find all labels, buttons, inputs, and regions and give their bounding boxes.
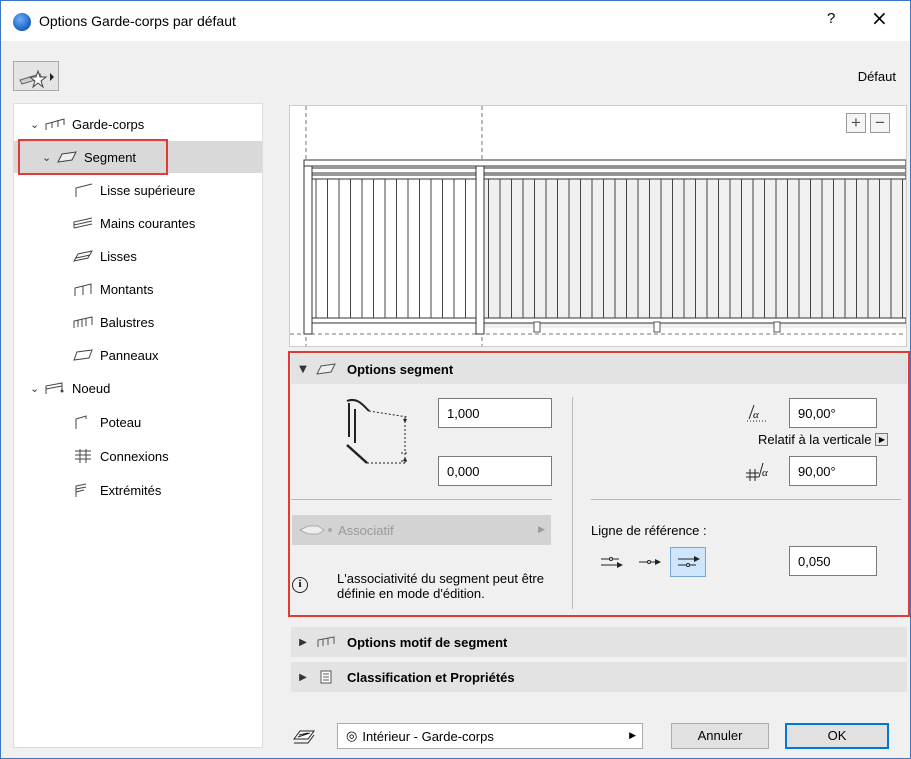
title-bar: Options Garde-corps par défaut ? × — [1, 1, 910, 41]
posts-icon — [74, 283, 92, 296]
expand-triangle-icon[interactable]: ▶ — [291, 672, 315, 683]
layer-value: Intérieur - Garde-corps — [362, 728, 494, 744]
default-label: Défaut — [857, 69, 896, 84]
tree-label: Montants — [100, 281, 154, 297]
tree-label: Lisse supérieure — [100, 182, 196, 198]
top-rail-icon — [75, 183, 93, 197]
handrail-icon — [73, 217, 93, 229]
favorites-star-icon — [19, 69, 54, 89]
railing-elevation-drawing — [290, 106, 906, 346]
close-button[interactable]: × — [871, 6, 888, 30]
help-button[interactable]: ? — [827, 10, 835, 27]
tree-item-mains-courantes[interactable]: Mains courantes — [72, 207, 195, 239]
tree-item-connexions[interactable]: Connexions — [72, 440, 169, 472]
tree-label: Extrémités — [100, 482, 162, 498]
layer-icon — [293, 730, 315, 744]
tree-label: Poteau — [100, 414, 142, 430]
tree-item-extremites[interactable]: Extrémités — [72, 474, 161, 506]
connections-icon — [75, 449, 91, 463]
highlight-box-segment — [18, 139, 168, 175]
panel-title: Options motif de segment — [347, 634, 508, 650]
play-arrow-icon: ▶ — [629, 731, 636, 741]
railing-preview: + − — [289, 105, 907, 347]
classification-panel-header[interactable]: ▶ Classification et Propriétés — [291, 662, 907, 692]
tree-item-poteau[interactable]: Poteau — [72, 406, 141, 438]
rails-icon — [73, 250, 93, 262]
layer-dropdown[interactable]: ◎ Intérieur - Garde-corps ▶ — [337, 723, 643, 749]
tree-label: Balustres — [100, 314, 155, 330]
panels-icon — [73, 349, 93, 361]
chevron-down-icon[interactable]: ⌄ — [30, 382, 44, 395]
tree-item-noeud[interactable]: ⌄ Noeud — [30, 372, 110, 404]
railing-icon — [45, 118, 65, 130]
node-icon — [45, 382, 64, 394]
tree-item-lisse-superieure[interactable]: Lisse supérieure — [72, 174, 195, 206]
panel-title: Classification et Propriétés — [347, 669, 515, 685]
tree-item-balustres[interactable]: Balustres — [72, 306, 154, 338]
dialog-window: Options Garde-corps par défaut ? × Défau… — [0, 0, 911, 759]
ends-icon — [75, 483, 87, 497]
tree-label: Lisses — [100, 248, 137, 264]
tree-label: Garde-corps — [72, 116, 145, 132]
ok-button[interactable]: OK — [785, 723, 889, 749]
favorites-button[interactable] — [13, 61, 59, 91]
motif-segment-panel-header[interactable]: ▶ Options motif de segment — [291, 627, 907, 657]
cancel-button[interactable]: Annuler — [671, 723, 769, 749]
settings-tree: ⌄ Garde-corps ⌄ Segment Lisse supérieure… — [13, 103, 263, 748]
chevron-down-icon[interactable]: ⌄ — [30, 118, 44, 131]
tree-item-montants[interactable]: Montants — [72, 273, 153, 305]
expand-triangle-icon[interactable]: ▶ — [291, 637, 315, 648]
tree-label: Connexions — [100, 448, 169, 464]
window-title: Options Garde-corps par défaut — [39, 13, 236, 29]
archicad-app-icon — [13, 13, 31, 31]
newel-post-icon — [75, 415, 87, 429]
tree-label: Panneaux — [100, 347, 159, 363]
tree-item-lisses[interactable]: Lisses — [72, 240, 137, 272]
tree-label: Noeud — [72, 380, 111, 396]
balusters-icon — [73, 316, 93, 328]
tree-label: Mains courantes — [100, 215, 196, 231]
tree-item-panneaux[interactable]: Panneaux — [72, 339, 159, 371]
pattern-icon — [317, 636, 335, 647]
document-list-icon — [320, 670, 332, 684]
highlight-box-options-segment — [288, 351, 910, 617]
eye-icon: ◎ — [346, 728, 358, 744]
tree-item-garde-corps[interactable]: ⌄ Garde-corps — [30, 108, 144, 140]
